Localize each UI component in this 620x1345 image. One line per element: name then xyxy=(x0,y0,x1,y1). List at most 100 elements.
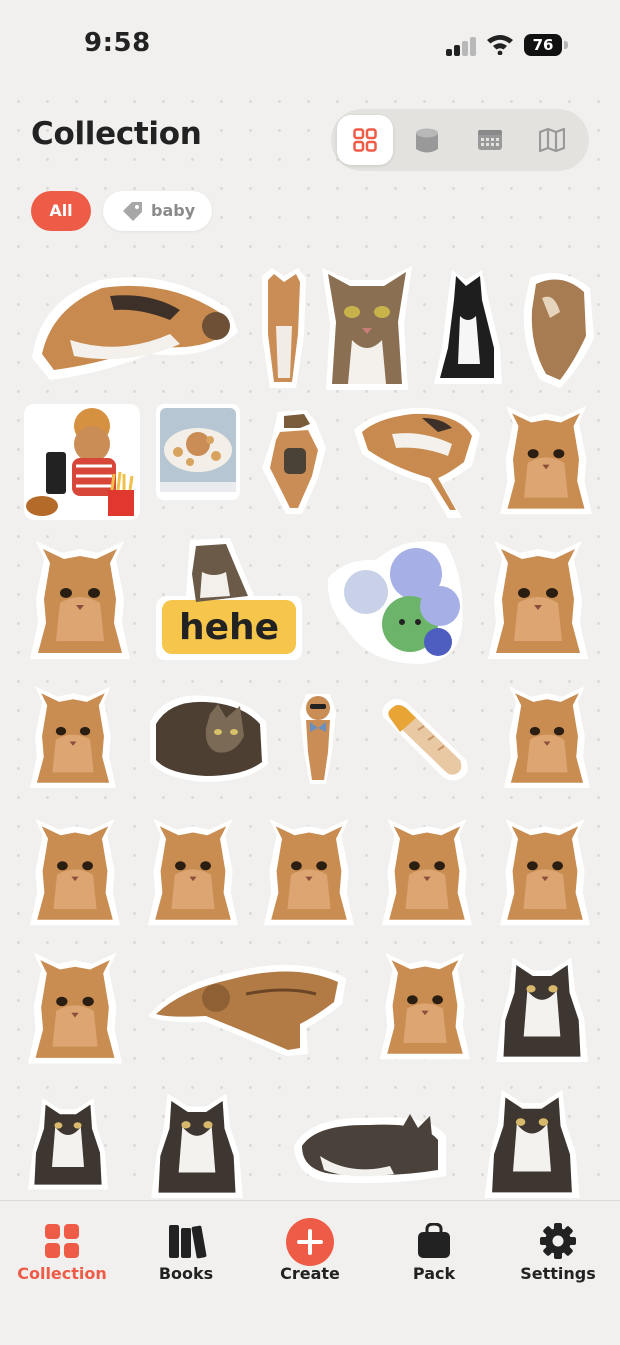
sticker-cat-in-bowtie[interactable] xyxy=(296,692,340,786)
sticker-tuxedo-cat-sitting[interactable] xyxy=(432,268,504,386)
kitten-image xyxy=(382,818,472,928)
tab-pack-label: Pack xyxy=(412,1264,456,1283)
sticker-fluffy-orange-kitten[interactable] xyxy=(382,818,472,928)
sticker-tabby-white-cat-sitting[interactable] xyxy=(28,1086,108,1200)
sticker-plush-toys-pile[interactable] xyxy=(326,538,466,666)
tab-settings-label: Settings xyxy=(520,1264,596,1283)
tabby-white-cat-image xyxy=(474,1086,590,1200)
kitten-image xyxy=(500,818,590,928)
sticker-fluffy-orange-kitten[interactable] xyxy=(148,818,238,928)
sticker-cat-in-cereal-bowl[interactable] xyxy=(156,404,240,500)
battery-nub xyxy=(564,41,568,49)
cat-curled-image xyxy=(523,272,594,388)
cat-bowtie-image xyxy=(300,694,336,784)
sticker-tabby-white-cat-sitting[interactable] xyxy=(494,954,590,1064)
tabby-cat-face-image xyxy=(322,266,412,390)
sticker-tabby-white-cat-lying[interactable] xyxy=(130,1090,264,1200)
cat-hat-backpack-image xyxy=(262,410,326,514)
sticker-calico-cat-lying[interactable] xyxy=(30,270,240,382)
tab-create-label: Create xyxy=(280,1264,340,1283)
kitten-image xyxy=(30,686,116,790)
books-icon xyxy=(169,1225,207,1259)
status-time: 9:58 xyxy=(84,28,151,58)
tab-create[interactable]: Create xyxy=(248,1201,372,1301)
kitten-image xyxy=(488,540,588,662)
sticker-cat-with-hat-backpack[interactable] xyxy=(256,408,332,516)
sticker-fluffy-orange-kitten[interactable] xyxy=(264,818,354,928)
cat-cereal-bowl-image xyxy=(156,404,240,500)
sticker-cat-fastfood-meal[interactable] xyxy=(24,404,140,520)
kitten-image xyxy=(500,406,592,516)
bag-icon xyxy=(418,1223,450,1258)
calico-cat-falling-image xyxy=(354,407,480,518)
sticker-fluffy-orange-kitten[interactable] xyxy=(504,686,590,790)
tab-pack[interactable]: Pack xyxy=(372,1201,496,1301)
cat-standing-image xyxy=(262,268,306,388)
plush-toys-image xyxy=(327,541,463,664)
kitten-image xyxy=(148,818,238,928)
cat-hehe-sign-image: hehe xyxy=(156,538,302,660)
sticker-cat-standing-tall[interactable] xyxy=(258,266,310,390)
sticker-calico-cat-falling[interactable] xyxy=(352,404,482,520)
tab-settings[interactable]: Settings xyxy=(496,1201,620,1301)
sticker-fluffy-orange-kitten[interactable] xyxy=(500,818,590,928)
wifi-icon xyxy=(487,35,513,55)
sticker-tabby-white-cat-lying[interactable] xyxy=(290,1092,450,1200)
sticker-fluffy-orange-kitten[interactable] xyxy=(28,952,122,1066)
filter-chip-label: baby xyxy=(151,201,196,220)
sticker-cat-hehe-sign[interactable]: hehe xyxy=(156,538,302,662)
grid-view-button[interactable] xyxy=(337,115,393,165)
grid-icon xyxy=(353,128,377,152)
bread-roll-image xyxy=(382,699,468,781)
filter-chip-all[interactable]: All xyxy=(31,191,91,231)
battery-icon: 76 xyxy=(524,34,562,56)
sticker-fluffy-orange-kitten[interactable] xyxy=(488,540,588,662)
tab-collection[interactable]: Collection xyxy=(0,1201,124,1301)
kitten-image xyxy=(28,952,122,1066)
tab-collection-label: Collection xyxy=(17,1264,107,1283)
gear-icon xyxy=(540,1223,576,1259)
sticker-fluffy-orange-kitten[interactable] xyxy=(30,818,120,928)
tab-books-label: Books xyxy=(158,1264,214,1283)
sticker-fluffy-orange-kitten[interactable] xyxy=(30,540,130,662)
sticker-tabby-white-cat-lying[interactable] xyxy=(474,1086,590,1200)
tabby-loaf-image xyxy=(150,695,268,782)
calico-cat-lying-image xyxy=(32,277,238,380)
kitten-image xyxy=(264,818,354,928)
filter-chip-baby[interactable]: baby xyxy=(103,191,212,231)
battery-level: 76 xyxy=(532,36,554,54)
kitten-image xyxy=(30,540,130,662)
tabby-white-cat-image xyxy=(28,1086,108,1200)
collection-icon xyxy=(45,1224,79,1258)
status-bar: 9:58 76 xyxy=(0,0,620,90)
svg-text:hehe: hehe xyxy=(179,607,279,648)
cylinder-icon xyxy=(416,128,438,153)
kitten-image xyxy=(30,818,120,928)
calendar-icon xyxy=(478,130,502,150)
cellular-signal-icon xyxy=(446,36,478,56)
kitten-image xyxy=(504,686,590,790)
tuxedo-cat-image xyxy=(434,270,502,384)
sticker-fluffy-orange-kitten[interactable] xyxy=(500,406,592,516)
orange-cat-stretched-image xyxy=(148,964,346,1056)
tabby-white-cat-image xyxy=(494,954,590,1064)
sticker-fluffy-orange-kitten[interactable] xyxy=(30,686,116,790)
calendar-view-button[interactable] xyxy=(461,115,517,165)
sticker-tabby-cat-face[interactable] xyxy=(320,264,414,392)
map-view-button[interactable] xyxy=(523,115,579,165)
kitten-image xyxy=(380,952,470,1062)
tabby-cat-lying-image xyxy=(290,1092,450,1200)
tab-bar: Collection Books Create Pack Settings xyxy=(0,1200,620,1345)
tag-icon xyxy=(123,202,142,221)
page-title: Collection xyxy=(31,116,202,152)
sticker-tabby-cat-loaf[interactable] xyxy=(146,692,270,784)
plus-circle-icon xyxy=(286,1218,334,1266)
tab-books[interactable]: Books xyxy=(124,1201,248,1301)
sticker-bread-roll[interactable] xyxy=(378,696,472,782)
jar-view-button[interactable] xyxy=(399,115,455,165)
sticker-cat-curled-dancing[interactable] xyxy=(520,268,596,390)
sticker-orange-cat-stretched[interactable] xyxy=(146,954,350,1058)
map-icon xyxy=(539,128,565,152)
cat-fastfood-image xyxy=(24,404,140,520)
sticker-fluffy-orange-kitten[interactable] xyxy=(380,952,470,1062)
